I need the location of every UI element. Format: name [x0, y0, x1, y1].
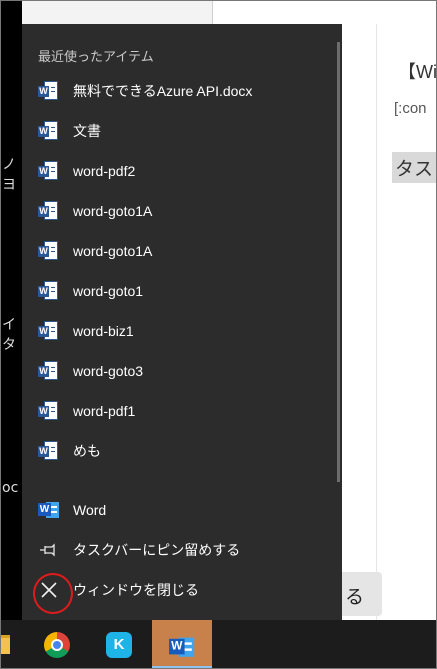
recent-item-label: word-goto1: [73, 283, 144, 299]
desktop-snippet: oc: [2, 480, 19, 496]
recent-item-label: word-pdf1: [73, 403, 136, 419]
recent-item[interactable]: W word-pdf2: [22, 151, 342, 191]
background-window-strip: [22, 0, 212, 24]
recent-item-label: 無料でできるAzure API.docx: [73, 83, 253, 99]
taskbar-word[interactable]: W: [152, 620, 212, 669]
file-explorer-icon: [0, 635, 10, 654]
close-item-label: ウィンドウを閉じる: [73, 582, 199, 598]
recent-item-label: word-goto1A: [73, 243, 153, 259]
recent-item[interactable]: W word-pdf1: [22, 391, 342, 431]
recent-item-label: word-goto1A: [73, 203, 153, 219]
recent-item[interactable]: W word-goto1A: [22, 231, 342, 271]
red-annotation-circle: [33, 573, 73, 614]
taskbar-file-explorer[interactable]: [0, 620, 14, 669]
desktop-snippet: イタ: [2, 317, 16, 353]
recent-item[interactable]: W 文書: [22, 111, 342, 151]
recent-item-label: word-biz1: [73, 323, 134, 339]
kindle-icon: [106, 632, 132, 658]
taskbar-kindle[interactable]: [94, 620, 144, 669]
word-document-icon: W: [38, 440, 60, 462]
recent-item-label: word-pdf2: [73, 163, 136, 179]
word-document-icon: W: [38, 160, 60, 182]
document-heading: タス: [392, 152, 437, 183]
word-document-icon: W: [38, 80, 60, 102]
document-text: [:con: [394, 100, 427, 117]
pin-to-taskbar-item[interactable]: タスクバーにピン留めする: [22, 530, 342, 570]
word-app-icon: W: [38, 499, 60, 521]
recent-item[interactable]: W word-goto3: [22, 351, 342, 391]
app-item-label: Word: [73, 502, 107, 518]
background-window-strip: [212, 0, 437, 24]
recent-item[interactable]: W word-biz1: [22, 311, 342, 351]
desktop-background: ノヨ イタ oc: [0, 0, 22, 620]
word-document-icon: W: [38, 320, 60, 342]
taskbar-chrome[interactable]: [32, 620, 82, 669]
document-margin-line: [376, 24, 377, 620]
recent-item-label: 文書: [73, 123, 101, 139]
document-heading: 【Wi: [398, 62, 437, 82]
word-document-icon: W: [38, 200, 60, 222]
recent-item[interactable]: W めも: [22, 431, 342, 471]
word-document-icon: W: [38, 120, 60, 142]
desktop-snippet: ノヨ: [2, 157, 16, 193]
recent-item[interactable]: W 無料でできるAzure API.docx: [22, 71, 342, 111]
recent-item[interactable]: W word-goto1A: [22, 191, 342, 231]
word-document-icon: W: [38, 240, 60, 262]
recent-items-header: 最近使ったアイテム: [38, 49, 154, 64]
word-document-icon: W: [38, 280, 60, 302]
word-document-icon: W: [38, 400, 60, 422]
open-word-app-item[interactable]: W Word: [22, 490, 342, 530]
word-document-icon: W: [38, 360, 60, 382]
taskbar-jump-list: 最近使ったアイテム W 無料でできるAzure API.docx W 文書 W …: [22, 24, 342, 620]
chrome-icon: [44, 632, 70, 658]
background-button-label: る: [344, 586, 364, 608]
pin-icon: [38, 539, 60, 561]
recent-item[interactable]: W word-goto1: [22, 271, 342, 311]
pin-item-label: タスクバーにピン留めする: [73, 542, 241, 558]
recent-item-label: めも: [73, 443, 101, 459]
taskbar: W: [0, 620, 437, 669]
word-icon: W: [169, 634, 195, 660]
recent-item-label: word-goto3: [73, 363, 144, 379]
